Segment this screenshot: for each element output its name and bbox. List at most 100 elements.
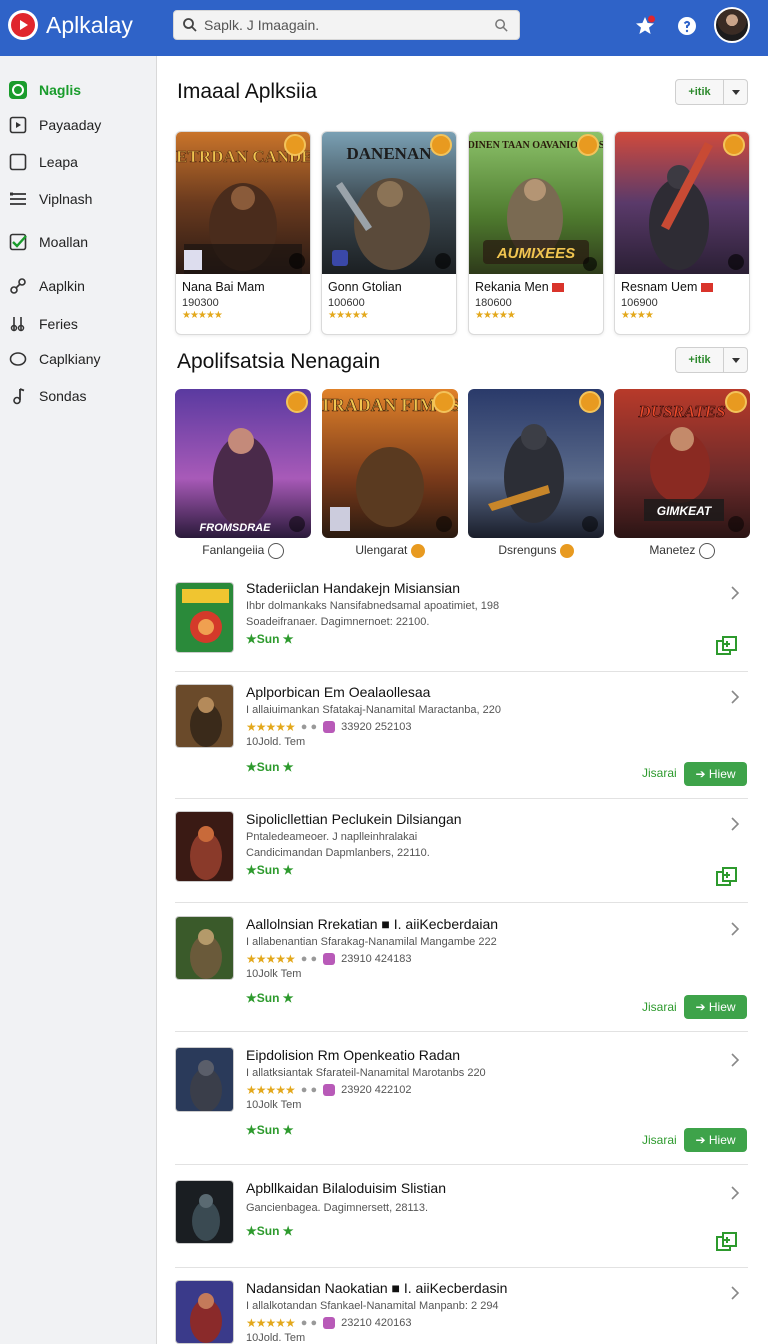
rating-badge-icon: [323, 721, 336, 733]
sidebar-item-feries[interactable]: Feries: [8, 312, 78, 336]
top-app-bar: Aplkalay: [0, 0, 768, 56]
app-card[interactable]: DETRDAN CANDES Nana Bai Mam 190300 ★★★★★: [175, 131, 311, 335]
get-link[interactable]: Jisarai: [642, 1000, 677, 1014]
card-art-subtitle: AUMIXEES: [496, 245, 575, 262]
tile-label: Manetez: [614, 543, 750, 559]
search-icon: [182, 17, 198, 38]
chevron-right-icon[interactable]: [730, 1286, 740, 1305]
app-tile[interactable]: DUSRATES GIMKEAT: [614, 389, 750, 538]
chevron-right-icon[interactable]: [730, 817, 740, 836]
list-item-description: I allalkotandan Sfankael-Nanamital Manpa…: [246, 1300, 499, 1312]
section-title-featured: Imaaal Aplksiia: [177, 80, 318, 103]
sidebar-item-leapa[interactable]: Leapa: [8, 150, 78, 174]
app-card[interactable]: DANENAN Gonn Gtolian 100600 ★★★★★: [321, 131, 457, 335]
search-bar[interactable]: [173, 10, 520, 40]
install-icon[interactable]: [716, 636, 738, 661]
card-download-count: 180600: [475, 297, 512, 309]
sidebar-item-label: Feries: [39, 316, 78, 332]
install-icon[interactable]: [716, 1232, 738, 1257]
rating-stars: ★★★★★: [246, 1083, 296, 1097]
card-app-name: Rekania Men: [475, 280, 565, 294]
app-logo[interactable]: [8, 10, 38, 40]
sidebar-item-sondas[interactable]: Sondas: [8, 384, 86, 408]
app-tile[interactable]: FROMSDRAE: [175, 389, 311, 538]
get-link[interactable]: Jisarai: [642, 1133, 677, 1147]
music-icon: [8, 386, 28, 406]
app-card[interactable]: Resnam Uem 106900 ★★★★: [614, 131, 750, 335]
sidebar-item-viplnash[interactable]: Viplnash: [8, 187, 92, 211]
list-item[interactable]: Sipolicllettian Peclukein Dilsiangan Pnt…: [175, 809, 748, 903]
list-item-size: 10Jold. Tem: [246, 736, 306, 748]
sidebar-item-naglis[interactable]: Naglis: [8, 78, 81, 102]
help-icon[interactable]: [676, 15, 698, 42]
chevron-right-icon[interactable]: [730, 586, 740, 605]
section-action-button[interactable]: +itik: [675, 79, 748, 105]
rating-badge-icon: [323, 1317, 336, 1329]
card-rating-stars: ★★★★★: [182, 310, 223, 321]
tools-icon: [8, 314, 28, 334]
list-item[interactable]: Apbllkaidan Bilaloduisim Slistian Gancie…: [175, 1178, 748, 1268]
chevron-right-icon[interactable]: [730, 690, 740, 709]
list-item[interactable]: Nadansidan Naokatian ■ I. aiiKecberdasin…: [175, 1278, 748, 1344]
rating-stars: ★★★★★: [246, 720, 296, 734]
list-item-description: Pntaledeameoer. J naplleinhralakai: [246, 831, 418, 843]
list-icon: [8, 189, 28, 209]
list-item[interactable]: Staderiiclan Handakejn Misiansian Ihbr d…: [175, 578, 748, 672]
app-thumbnail: [175, 1280, 234, 1344]
section-title-new: Apolifsatsia Nenagain: [177, 350, 381, 373]
chevron-down-icon[interactable]: [724, 348, 747, 372]
add-button[interactable]: +itik: [676, 348, 724, 372]
app-title: Aplkalay: [46, 12, 133, 38]
chevron-right-icon[interactable]: [730, 1186, 740, 1205]
app-thumbnail: [175, 1047, 234, 1112]
view-button[interactable]: ➔ Hiew: [684, 762, 747, 786]
chevron-down-icon[interactable]: [724, 80, 747, 104]
rating-badge-icon: [323, 953, 336, 965]
card-art-title: DANENAN: [347, 144, 433, 163]
app-tile[interactable]: TRADAN FIMOS: [322, 389, 458, 538]
game-art-image: FROMSDRAE: [175, 389, 311, 538]
app-thumbnail: [175, 916, 234, 980]
rating-badge-icon: [323, 1084, 336, 1096]
app-card[interactable]: DINEN TAAN OAVANIOTAGS AUMIXEES Rekania …: [468, 131, 604, 335]
user-avatar[interactable]: [714, 7, 750, 43]
search-input[interactable]: [204, 15, 484, 35]
view-button[interactable]: ➔ Hiew: [684, 1128, 747, 1152]
section-action-button[interactable]: +itik: [675, 347, 748, 373]
square-play-icon: [8, 115, 28, 135]
list-item-title: Eipdolision Rm Openkeatio Radan: [246, 1047, 461, 1063]
app-tile[interactable]: [468, 389, 604, 538]
add-button[interactable]: +itik: [676, 80, 724, 104]
sidebar-item-label: Caplkiany: [39, 351, 101, 367]
sidebar-item-label: Naglis: [39, 82, 82, 98]
game-art-image: DANENAN: [322, 132, 456, 274]
sidebar-item-moallan[interactable]: Moallan: [8, 230, 88, 254]
list-item-description: I allaiuimankan Sfatakaj-Nanamital Marac…: [246, 704, 501, 716]
list-item[interactable]: Eipdolision Rm Openkeatio Radan I allatk…: [175, 1045, 748, 1165]
list-item-rating: ★★★★★ ● ● 23920 422102: [246, 1083, 412, 1097]
sidebar-item-payaaday[interactable]: Payaaday: [8, 113, 101, 137]
game-art-image: DUSRATES GIMKEAT: [614, 389, 750, 538]
list-item[interactable]: Aallolnsian Rrekatian ■ I. aiiKecberdaia…: [175, 914, 748, 1032]
install-icon[interactable]: [716, 867, 738, 892]
card-download-count: 106900: [621, 297, 658, 309]
sidebar-item-caplkiany[interactable]: Caplkiany: [8, 347, 100, 371]
list-item-rating: ★★★★★ ● ● 33920 252103: [246, 720, 412, 734]
link-icon: [8, 276, 28, 296]
card-app-name: Nana Bai Mam: [182, 280, 265, 294]
list-item-description: I allatksiantak Sfarateil-Nanamital Maro…: [246, 1067, 486, 1079]
sidebar-item-aaplkin[interactable]: Aaplkin: [8, 274, 85, 298]
game-art-image: [615, 132, 749, 274]
list-item-rating: ★★★★★ ● ● 23910 424183: [246, 952, 412, 966]
chevron-right-icon[interactable]: [730, 922, 740, 941]
card-rating-stars: ★★★★★: [475, 310, 516, 321]
list-item[interactable]: Aplporbican Em Oealaollesaa I allaiuiman…: [175, 682, 748, 799]
view-button[interactable]: ➔ Hiew: [684, 995, 747, 1019]
chevron-right-icon[interactable]: [730, 1053, 740, 1072]
sidebar-item-label: Viplnash: [39, 191, 93, 207]
star-notification-icon[interactable]: [633, 14, 657, 43]
list-item-size: 10Jolk Tem: [246, 968, 302, 980]
get-link[interactable]: Jisarai: [642, 766, 677, 780]
card-rating-stars: ★★★★: [621, 310, 654, 321]
search-submit-icon[interactable]: [494, 18, 509, 38]
